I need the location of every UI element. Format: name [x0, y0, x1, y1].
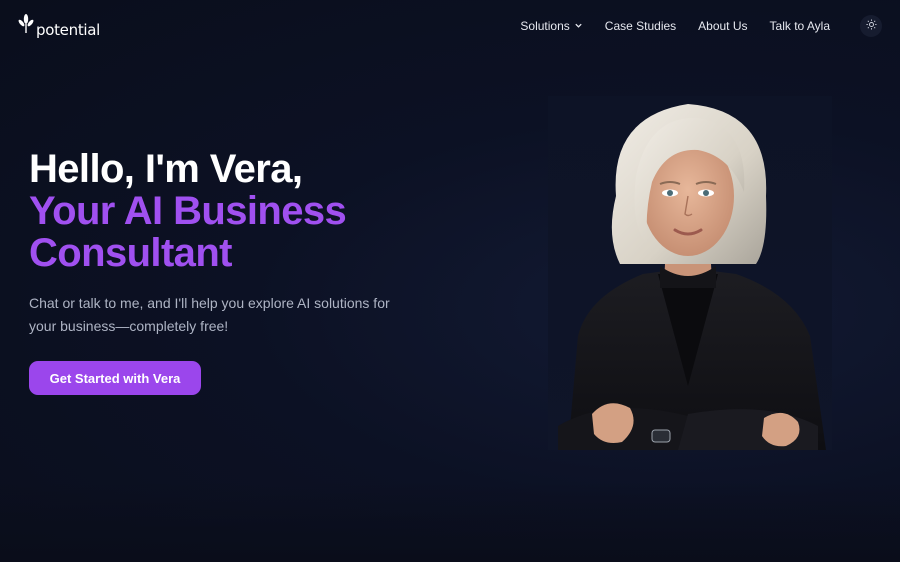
nav-item-label: Solutions [520, 19, 570, 33]
hero-section: Hello, I'm Vera, Your AI Business Consul… [29, 148, 429, 395]
consultant-portrait [548, 96, 832, 450]
site-header: potential Solutions Case Studies About U… [0, 0, 900, 52]
hero-subtext: Chat or talk to me, and I'll help you ex… [29, 295, 390, 334]
nav-item-label: About Us [698, 19, 748, 33]
main-nav: Solutions Case Studies About Us Talk to … [520, 15, 882, 37]
hero-heading-line-1: Hello, I'm Vera, [29, 147, 303, 191]
nav-item-talk-to-ayla[interactable]: Talk to Ayla [770, 19, 830, 33]
nav-item-case-studies[interactable]: Case Studies [605, 19, 676, 33]
brand-logo-text: potential [36, 21, 101, 39]
get-started-button[interactable]: Get Started with Vera [29, 361, 201, 395]
sun-icon [865, 17, 877, 35]
nav-item-solutions[interactable]: Solutions [520, 19, 582, 33]
leaf-logo-icon [18, 13, 34, 40]
nav-item-label: Case Studies [604, 19, 677, 33]
chevron-down-icon [574, 19, 583, 33]
theme-toggle-button[interactable] [860, 15, 882, 37]
hero-heading-line-2: Your AI Business [29, 189, 347, 233]
landing-page: potential Solutions Case Studies About U… [0, 0, 900, 562]
brand-logo[interactable]: potential [18, 13, 100, 40]
hero-heading-line-3: Consultant [29, 231, 232, 275]
nav-item-label: Talk to Ayla [769, 19, 830, 33]
nav-item-about-us[interactable]: About Us [698, 19, 747, 33]
bottom-gradient [0, 482, 900, 562]
